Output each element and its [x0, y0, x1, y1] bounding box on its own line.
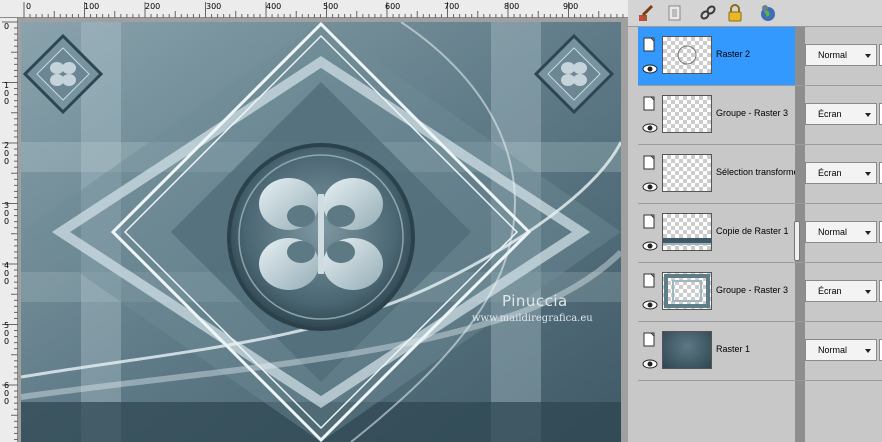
layer-item[interactable]: Sélection transformée [638, 145, 795, 203]
layer-page-icon[interactable] [642, 155, 658, 171]
ruler-label: 600 [385, 2, 401, 11]
layer-page-icon[interactable] [642, 273, 658, 289]
chevron-down-icon [865, 231, 871, 235]
blend-mode-dropdown[interactable]: Écran [805, 280, 877, 302]
blend-mode-dropdown[interactable]: Normal [805, 221, 877, 243]
ruler-label: 500 [323, 2, 339, 11]
ruler-label: 300 [206, 2, 222, 11]
brush-icon[interactable] [636, 3, 656, 23]
layer-page-icon[interactable] [642, 96, 658, 112]
new-layer-icon[interactable] [664, 3, 684, 23]
ruler-label: 800 [504, 2, 520, 11]
ruler-label: 0 [4, 22, 10, 31]
ruler-label: 5 0 0 [4, 321, 10, 346]
ruler-label: 900 [563, 2, 579, 11]
layer-row[interactable]: Raster 2 Normal [638, 27, 882, 86]
layer-row[interactable]: Groupe - Raster 3 Écran [638, 263, 882, 322]
blend-mode-dropdown[interactable]: Écran [805, 162, 877, 184]
layer-page-icon[interactable] [642, 332, 658, 348]
layer-thumbnail [662, 36, 712, 74]
layer-name: Sélection transformée [716, 167, 795, 177]
layer-item[interactable]: Copie de Raster 1 [638, 204, 795, 262]
visibility-eye-icon[interactable] [642, 238, 658, 254]
ruler-label: 200 [145, 2, 161, 11]
blend-mode-dropdown[interactable]: Normal [805, 339, 877, 361]
ruler-label: 1 0 0 [4, 81, 10, 106]
chevron-down-icon [865, 172, 871, 176]
chevron-down-icon [865, 113, 871, 117]
ruler-label: 6 0 0 [4, 381, 10, 406]
layer-page-icon[interactable] [642, 214, 658, 230]
layer-thumbnail [662, 95, 712, 133]
ruler-label: 0 [26, 2, 32, 11]
layer-item[interactable]: Raster 1 [638, 322, 795, 380]
panel-divider [628, 27, 638, 442]
layer-row[interactable]: Sélection transformée Écran [638, 145, 882, 204]
canvas-area[interactable]: 0 100 200 300 400 500 600 700 800 900 0 … [0, 0, 628, 442]
blend-mode-dropdown[interactable]: Écran [805, 103, 877, 125]
ruler-label: 400 [266, 2, 282, 11]
layer-page-icon[interactable] [642, 37, 658, 53]
layer-name: Groupe - Raster 3 [716, 108, 789, 118]
link-icon[interactable] [698, 3, 718, 23]
layer-item[interactable]: Groupe - Raster 3 [638, 86, 795, 144]
lock-icon[interactable] [725, 3, 745, 23]
ruler-label: 4 0 0 [4, 261, 10, 286]
visibility-eye-icon[interactable] [642, 356, 658, 372]
horizontal-ruler: 0 100 200 300 400 500 600 700 800 900 [0, 0, 628, 18]
layer-item[interactable]: Raster 2 [638, 27, 795, 85]
ruler-label: 3 0 0 [4, 201, 10, 226]
layer-name: Groupe - Raster 3 [716, 285, 789, 295]
layer-row[interactable]: Copie de Raster 1 Normal [638, 204, 882, 263]
visibility-eye-icon[interactable] [642, 179, 658, 195]
layer-thumbnail [662, 272, 712, 310]
panel-resize-handle[interactable] [794, 221, 800, 261]
layer-item[interactable]: Groupe - Raster 3 [638, 263, 795, 321]
chevron-down-icon [865, 349, 871, 353]
vertical-ruler: 0 1 0 0 2 0 0 3 0 0 4 0 0 5 0 0 6 0 0 [0, 18, 18, 442]
layer-thumbnail [662, 154, 712, 192]
layer-name: Raster 2 [716, 49, 751, 59]
layer-name: Raster 1 [716, 344, 751, 354]
globe-icon[interactable] [758, 3, 778, 23]
visibility-eye-icon[interactable] [642, 297, 658, 313]
blend-mode-dropdown[interactable]: Normal [805, 44, 877, 66]
layer-thumbnail [662, 331, 712, 369]
chevron-down-icon [865, 54, 871, 58]
layer-name: Copie de Raster 1 [716, 226, 789, 236]
layer-thumbnail [662, 213, 712, 251]
ruler-label: 700 [444, 2, 460, 11]
ruler-label: 100 [84, 2, 100, 11]
chevron-down-icon [865, 290, 871, 294]
layer-row[interactable]: Raster 1 Normal [638, 322, 882, 381]
visibility-eye-icon[interactable] [642, 120, 658, 136]
visibility-eye-icon[interactable] [642, 61, 658, 77]
layers-panel: Raster 2 Normal Groupe - Raster 3 Écran [638, 27, 882, 442]
artwork-image[interactable]: Pinuccia www.maildiregrafica.eu [21, 22, 621, 442]
layer-row[interactable]: Groupe - Raster 3 Écran [638, 86, 882, 145]
ruler-label: 2 0 0 [4, 141, 10, 166]
layers-toolbar [628, 0, 882, 27]
